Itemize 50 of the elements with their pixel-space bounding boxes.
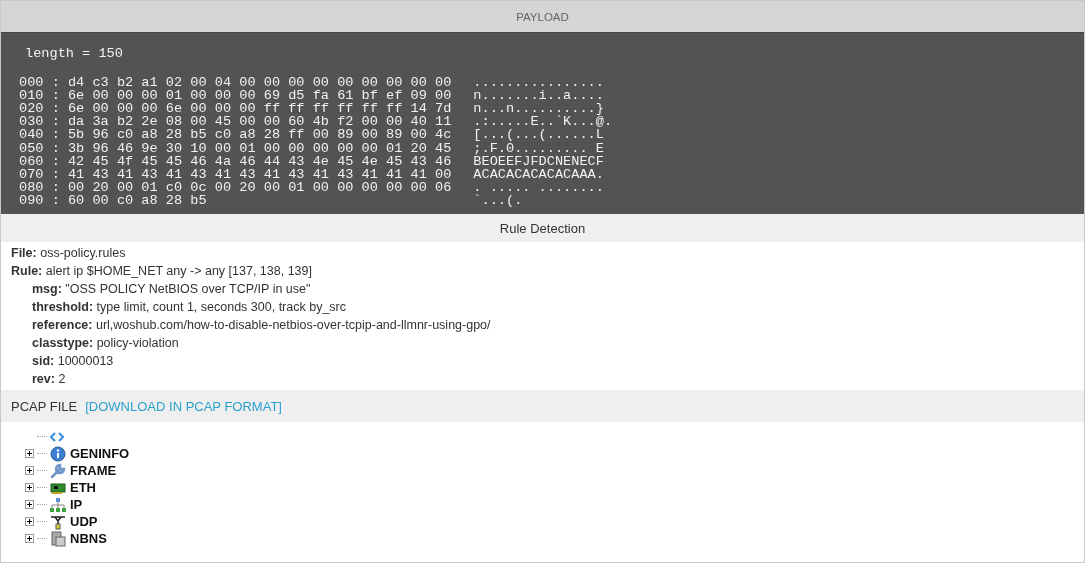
tree-node-label[interactable]: IP — [70, 497, 83, 512]
pcap-title: PCAP FILE — [11, 398, 78, 414]
hex-line: 010 : 6e 00 00 00 01 00 00 00 69 d5 fa 61 bf ef 09 00 — [19, 89, 452, 103]
tree-node-label[interactable]: UDP — [70, 514, 98, 529]
ascii-line: . ..... ........ — [473, 180, 605, 194]
hex-line: 050 : 3b 96 46 9e 30 10 00 01 00 00 00 00 00 01 20 45 — [19, 141, 452, 155]
hex-line: 000 : d4 c3 b2 a1 02 00 04 00 00 00 00 00 00 00 00 00 — [19, 76, 452, 90]
expand-toggle[interactable] — [25, 517, 34, 526]
expand-toggle[interactable] — [25, 466, 34, 475]
hex-line: 030 : da 3a b2 2e 08 00 45 00 00 60 4b f2 00 00 40 11 — [19, 115, 452, 129]
rule-line: Rule: alert ip $HOME_NET any -> any [137, 138, 139] — [11, 263, 313, 280]
info-icon — [50, 445, 66, 462]
expand-toggle[interactable] — [25, 534, 34, 543]
rule-line: reference: url,woshub.com/how-to-disable-netbios-over-tcpip-and-llmnr-using-gpo/ — [31, 317, 492, 334]
ascii-line: `...(. — [473, 193, 524, 208]
ascii-line: .:.....E..`K...@. — [473, 115, 613, 129]
hex-line: 020 : 6e 00 00 00 6e 00 00 00 ff ff ff ff ff ff 14 7d — [19, 102, 452, 116]
rule-line: rev: 2 — [31, 371, 67, 388]
tree-node-label[interactable]: GENINFO — [70, 446, 130, 461]
code-icon — [50, 431, 64, 442]
tree-node-label[interactable]: FRAME — [70, 463, 117, 478]
hex-line: 090 : 60 00 c0 a8 28 b5 — [19, 193, 208, 208]
connector-icon — [50, 513, 66, 530]
rule-line: sid: 10000013 — [31, 353, 115, 370]
network-icon — [50, 496, 66, 513]
hex-line: 070 : 41 43 41 43 41 43 41 43 41 43 41 43 41 41 41 00 — [19, 167, 452, 181]
tree-node-label[interactable]: ETH — [70, 480, 96, 495]
ascii-line: ................ — [473, 76, 605, 90]
ascii-line: n...n..........} — [473, 102, 604, 116]
ascii-line: ACACACACACACAAA. — [473, 167, 605, 181]
expand-toggle[interactable] — [25, 483, 34, 492]
section-title: PAYLOAD — [516, 10, 569, 23]
rule-line: File: oss-policy.rules — [11, 245, 127, 262]
hex-line: 060 : 42 45 4f 45 45 46 4a 46 44 43 4e 45 4e 45 43 46 — [19, 154, 452, 168]
wrench-icon — [50, 462, 66, 479]
hex-line: 040 : 5b 96 c0 a8 28 b5 c0 a8 28 ff 00 89 00 89 00 4c — [19, 128, 452, 142]
hex-line: 080 : 00 20 00 01 c0 0c 00 20 00 01 00 00 00 00 00 06 — [19, 180, 452, 194]
length-label: length = 150 — [24, 47, 124, 61]
ascii-line: ;.F.0......... E — [473, 141, 605, 155]
ascii-line: BEOEEFJFDCNENECF — [473, 154, 605, 168]
rule-line: classtype: policy-violation — [31, 335, 180, 352]
computer-icon — [50, 530, 66, 547]
rule-line: threshold: type limit, count 1, seconds 300, track by_src — [31, 299, 347, 316]
section-title: Rule Detection — [499, 220, 586, 236]
ascii-line: [...(...(......L — [473, 128, 605, 142]
ascii-line: n.......i..a.... — [473, 89, 605, 103]
tree-node-label[interactable]: NBNS — [70, 531, 107, 546]
rule-line: msg: "OSS POLICY NetBIOS over TCP/IP in use" — [31, 281, 312, 298]
expand-toggle[interactable] — [25, 449, 34, 458]
expand-toggle[interactable] — [25, 500, 34, 509]
